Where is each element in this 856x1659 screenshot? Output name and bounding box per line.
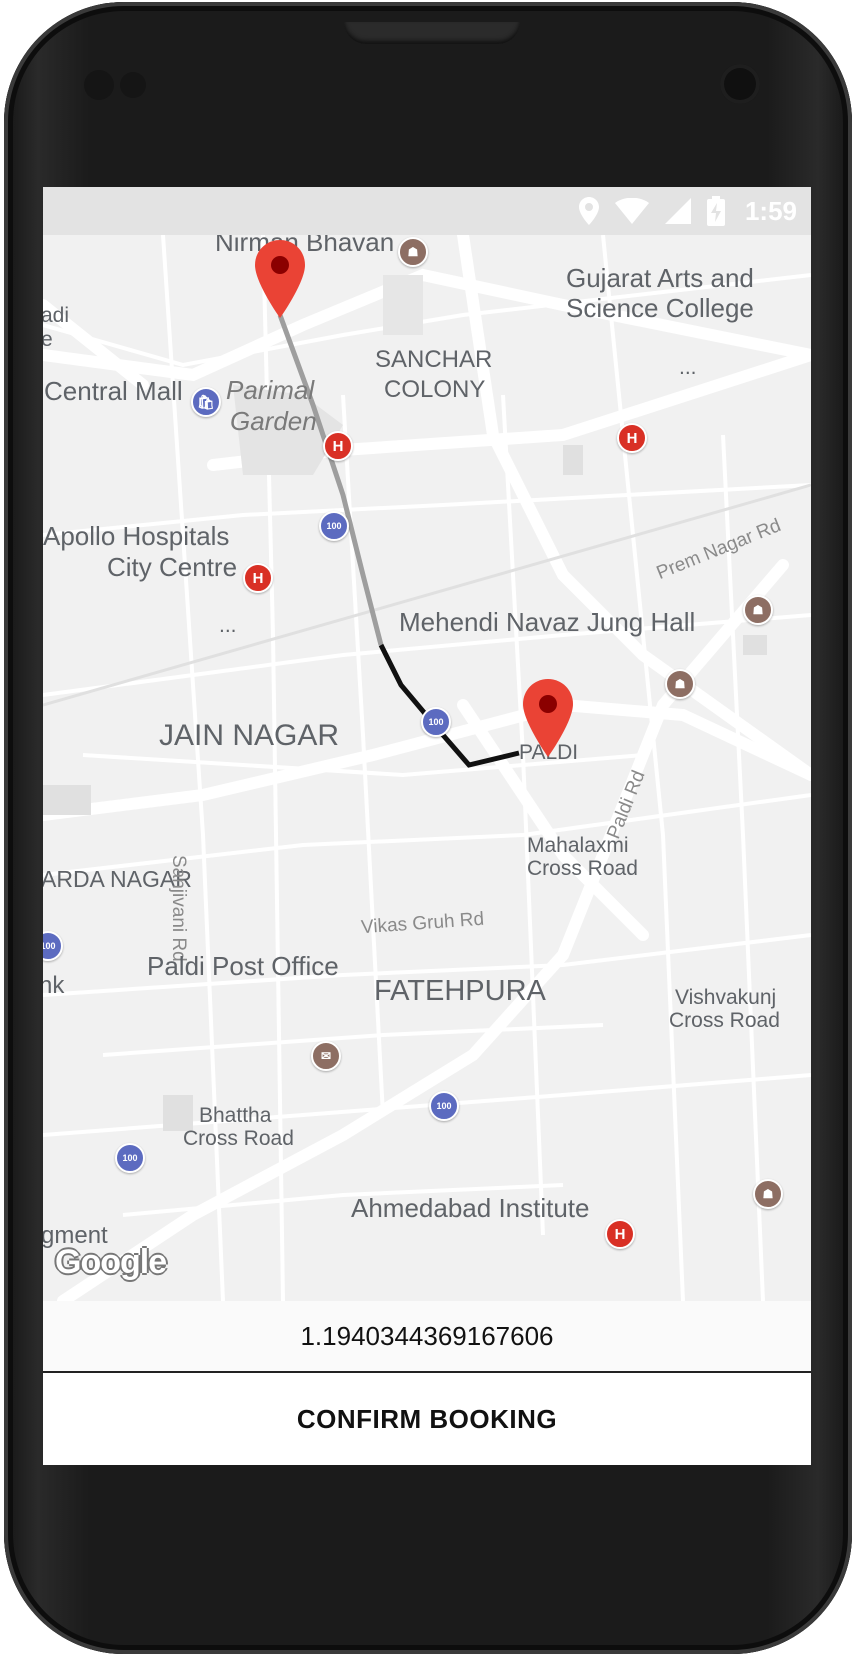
front-camera-icon (720, 64, 760, 104)
shopping-icon[interactable]: 🛍 (191, 387, 221, 417)
battery-charging-icon (706, 196, 725, 226)
museum-icon[interactable]: ☗ (753, 1179, 783, 1209)
map-view[interactable]: Nirman Bhavan Gujarat Arts and Science C… (43, 235, 811, 1301)
bus-stop-icon[interactable]: 100 (115, 1143, 145, 1173)
map-label: Cross Road (183, 1127, 294, 1150)
sensor-icon (120, 72, 146, 98)
map-label: Sanjivani Rd (168, 855, 189, 962)
hospital-icon[interactable]: H (605, 1219, 635, 1249)
origin-marker-icon[interactable] (255, 240, 305, 318)
location-icon (578, 197, 599, 225)
map-label: FATEHPURA (374, 975, 546, 1007)
bus-stop-icon[interactable]: 100 (429, 1091, 459, 1121)
map-label: Mehendi Navaz Jung Hall (399, 607, 696, 637)
hospital-icon[interactable]: H (323, 431, 353, 461)
confirm-booking-button[interactable]: CONFIRM BOOKING (43, 1373, 811, 1465)
map-label: JAIN NAGAR (159, 719, 340, 752)
museum-icon[interactable]: ☗ (398, 237, 428, 267)
signal-icon (664, 198, 691, 224)
map-label: Paldi Post Office (147, 951, 339, 981)
status-time: 1:59 (744, 195, 797, 226)
wifi-icon (614, 198, 649, 224)
map-label: Gujarat Arts and (566, 263, 754, 293)
google-logo: Google (55, 1243, 167, 1281)
map-label: Apollo Hospitals (43, 521, 230, 551)
map-label: SANCHAR (375, 346, 493, 373)
speaker-grille (344, 22, 520, 44)
bus-stop-icon[interactable]: 100 (421, 707, 451, 737)
map-label: COLONY (384, 376, 486, 403)
map-label: Cross Road (669, 1009, 780, 1032)
hospital-icon[interactable]: H (243, 563, 273, 593)
map-label: Parimal (226, 375, 315, 405)
map-label: ... (219, 614, 237, 637)
bus-stop-icon[interactable]: 100 (319, 511, 349, 541)
screen: 1:59 Nirman Bhavan Gujarat Arts and Scie… (43, 187, 811, 1465)
map-label: Central Mall (44, 376, 183, 406)
museum-icon[interactable]: ☗ (743, 595, 773, 625)
map-label: City Centre (107, 552, 238, 582)
map-label: e (43, 328, 53, 351)
destination-marker-icon[interactable] (523, 679, 573, 757)
map-label: Cross Road (527, 857, 638, 880)
museum-icon[interactable]: ☗ (665, 669, 695, 699)
distance-text: 1.1940344369167606 (43, 1301, 811, 1373)
post-office-icon[interactable]: ✉ (311, 1041, 341, 1071)
map-label: Garden (230, 406, 317, 436)
map-label: Ahmedabad Institute (351, 1193, 590, 1223)
map-label: Science College (566, 293, 754, 323)
status-bar: 1:59 (43, 187, 811, 235)
sensor-icon (84, 70, 114, 100)
map-label: ... (679, 356, 697, 379)
map-label: nk (43, 972, 65, 999)
hospital-icon[interactable]: H (617, 423, 647, 453)
